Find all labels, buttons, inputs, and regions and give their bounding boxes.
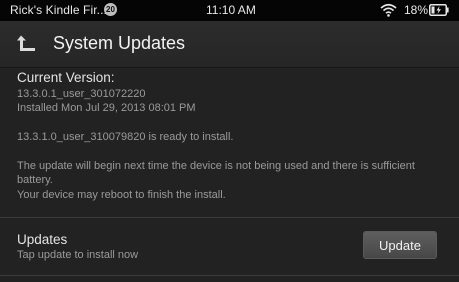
notification-badge[interactable]: 20 xyxy=(104,3,117,16)
status-bar: Rick's Kindle Fir... 20 11:10 AM 18% xyxy=(0,0,459,21)
update-info-text: The update will begin next time the devi… xyxy=(17,160,415,172)
kindle-screen: Rick's Kindle Fir... 20 11:10 AM 18% Sys… xyxy=(0,0,459,282)
divider xyxy=(0,275,459,276)
clock: 11:10 AM xyxy=(206,3,256,17)
current-version-heading: Current Version: xyxy=(17,70,115,85)
update-button[interactable]: Update xyxy=(363,231,437,259)
device-name: Rick's Kindle Fir... xyxy=(10,3,107,17)
reboot-note: Your device may reboot to finish the ins… xyxy=(17,189,226,201)
wifi-icon xyxy=(380,3,397,17)
battery-charging-icon xyxy=(429,4,449,16)
update-info-text-continued: battery. xyxy=(17,174,53,186)
system-updates-content: Current Version: 13.3.0.1_user_301072220… xyxy=(0,68,459,282)
title-bar: System Updates xyxy=(0,21,459,68)
updates-heading: Updates xyxy=(17,232,68,247)
installed-date: Installed Mon Jul 29, 2013 08:01 PM xyxy=(17,102,196,114)
divider xyxy=(0,217,459,218)
updates-subtext: Tap update to install now xyxy=(17,249,139,261)
update-ready-message: 13.3.1.0_user_310079820 is ready to inst… xyxy=(17,131,234,143)
current-version-number: 13.3.0.1_user_301072220 xyxy=(17,88,146,100)
page-title: System Updates xyxy=(53,33,186,53)
back-arrow-icon[interactable] xyxy=(16,34,38,54)
battery-percent: 18% xyxy=(404,3,429,17)
